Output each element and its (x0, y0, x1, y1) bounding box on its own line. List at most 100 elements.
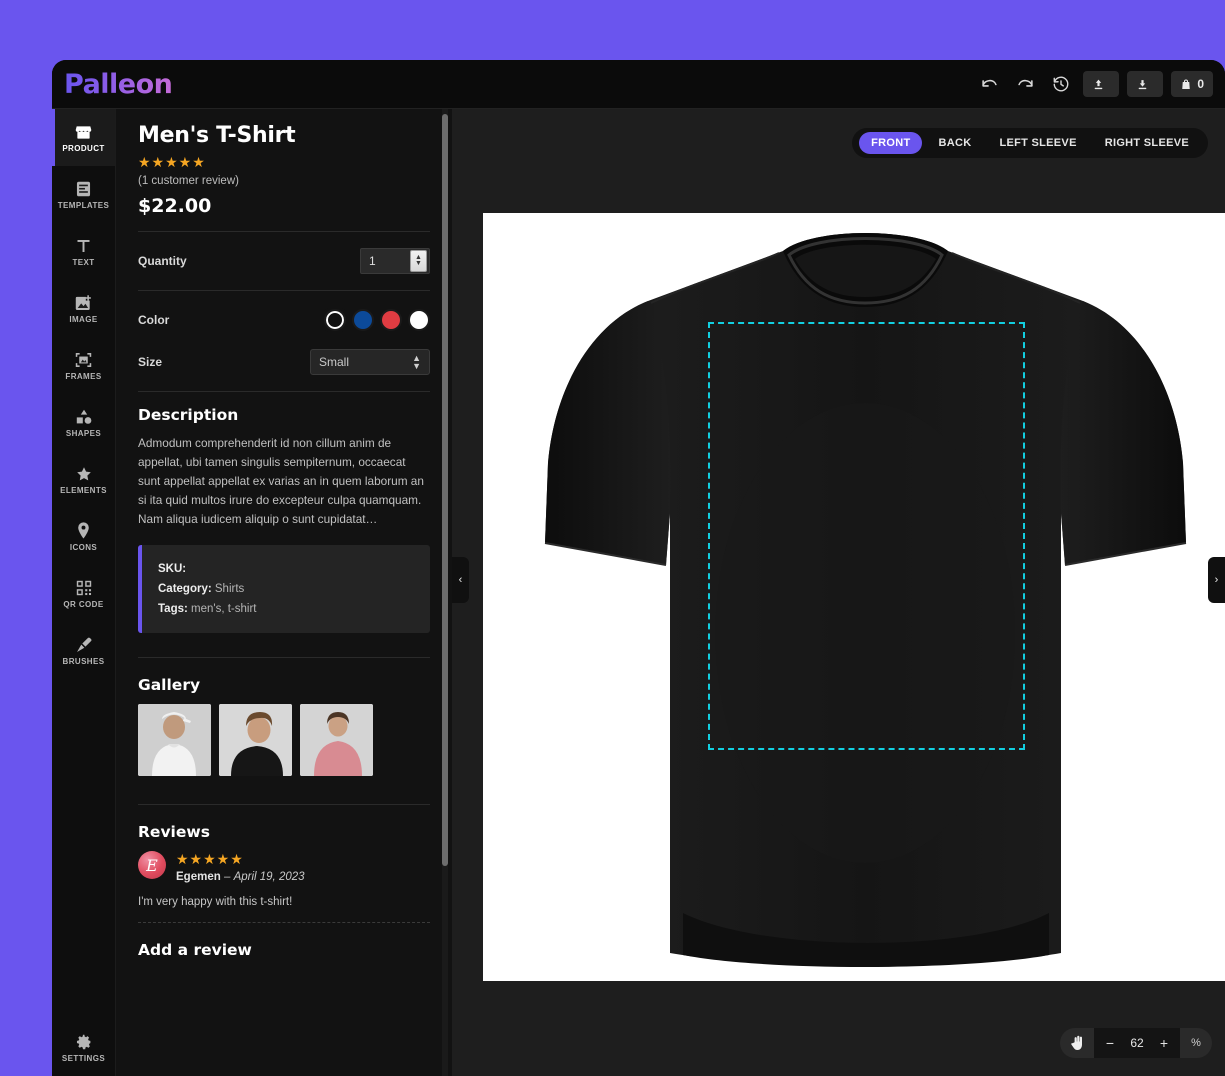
review-item: E ★★★★★ Egemen – April 19, 2023 (138, 851, 430, 883)
tab-back[interactable]: BACK (926, 132, 983, 154)
quantity-spinner-arrows[interactable]: ▲ ▼ (410, 250, 427, 272)
gallery-thumb-3[interactable] (300, 704, 373, 776)
sidebar-item-label: ELEMENTS (60, 485, 107, 495)
gallery (138, 704, 430, 776)
quantity-value[interactable]: 1 (361, 254, 410, 268)
color-swatch-white[interactable] (408, 309, 430, 331)
store-icon (75, 123, 92, 140)
download-button[interactable] (1127, 71, 1164, 97)
divider (138, 290, 430, 291)
divider (138, 804, 430, 805)
app-body: PRODUCT TEMPLATES TEXT IMAGE FRAMES SHAP… (52, 109, 1225, 1076)
history-icon[interactable] (1047, 70, 1075, 98)
sidebar-item-templates[interactable]: TEMPLATES (52, 166, 115, 223)
sidebar-item-label: TEMPLATES (57, 200, 110, 210)
sidebar-item-frames[interactable]: FRAMES (52, 337, 115, 394)
review-author-line: Egemen – April 19, 2023 (176, 871, 305, 883)
meta-category: Category: Shirts (158, 579, 414, 599)
size-row: Size Small ▲ ▼ (138, 347, 430, 377)
pan-hand-icon[interactable] (1060, 1028, 1094, 1058)
description-heading: Description (138, 406, 239, 424)
sidebar-item-brushes[interactable]: BRUSHES (52, 622, 115, 679)
divider (138, 231, 430, 232)
product-price: $22.00 (138, 195, 212, 217)
color-swatch-blue[interactable] (352, 309, 374, 331)
gear-icon (76, 1033, 92, 1050)
tab-right-sleeve[interactable]: RIGHT SLEEVE (1093, 132, 1201, 154)
print-area-boundary[interactable] (708, 322, 1025, 750)
product-panel: Men's T-Shirt ★★★★★ (1 customer review) … (116, 109, 452, 1076)
meta-tags-value[interactable]: men's, t-shirt (191, 603, 256, 615)
gallery-thumb-1[interactable] (138, 704, 211, 776)
design-canvas-area[interactable]: FRONT BACK LEFT SLEEVE RIGHT SLEEVE ‹ › … (452, 109, 1225, 1076)
zoom-control: − 62 + % (1060, 1028, 1212, 1058)
divider (138, 922, 430, 923)
review-author: Egemen (176, 871, 221, 883)
zoom-out-button[interactable]: − (1098, 1028, 1122, 1058)
star-icon (76, 465, 92, 482)
sidebar-item-label: QR CODE (63, 599, 104, 609)
panel-scrollbar-thumb[interactable] (442, 114, 448, 866)
sidebar-item-label: PRODUCT (62, 143, 105, 153)
sidebar-item-elements[interactable]: ELEMENTS (52, 451, 115, 508)
sidebar-item-icons[interactable]: ICONS (52, 508, 115, 565)
color-swatch-black[interactable] (324, 309, 346, 331)
color-swatch-red[interactable] (380, 309, 402, 331)
toolbar-actions: 0 (975, 70, 1213, 98)
sidebar-item-label: IMAGE (69, 314, 98, 324)
color-swatches (324, 309, 430, 331)
templates-icon (76, 180, 91, 197)
quantity-stepper[interactable]: 1 ▲ ▼ (360, 248, 430, 274)
description-text: Admodum comprehenderit id non cillum ani… (138, 436, 424, 526)
size-label: Size (138, 355, 163, 369)
product-review-count[interactable]: (1 customer review) (138, 175, 430, 187)
sidebar-item-image[interactable]: IMAGE (52, 280, 115, 337)
sidebar-item-product[interactable]: PRODUCT (52, 109, 115, 166)
size-select[interactable]: Small ▲ ▼ (310, 349, 430, 375)
meta-sku: SKU: (158, 559, 414, 579)
image-add-icon (75, 294, 92, 311)
product-mockup[interactable] (483, 213, 1225, 981)
product-meta: SKU: Category: Shirts Tags: men's, t-shi… (138, 545, 430, 633)
chevron-updown-icon: ▲ ▼ (412, 353, 421, 371)
undo-icon[interactable] (975, 70, 1003, 98)
review-date: April 19, 2023 (233, 871, 305, 883)
reviews-heading: Reviews (138, 823, 210, 841)
upload-button[interactable] (1083, 71, 1120, 97)
collapse-left-panel-button[interactable]: ‹ (452, 557, 469, 603)
redo-icon[interactable] (1011, 70, 1039, 98)
zoom-stepper: − 62 + (1094, 1028, 1180, 1058)
cart-icon (1182, 79, 1191, 89)
sidebar-item-qr-code[interactable]: QR CODE (52, 565, 115, 622)
sidebar-item-label: BRUSHES (62, 656, 105, 666)
add-review-heading: Add a review (138, 941, 252, 959)
sidebar-item-settings[interactable]: SETTINGS (52, 1019, 115, 1076)
sidebar-item-text[interactable]: TEXT (52, 223, 115, 280)
tab-front[interactable]: FRONT (859, 132, 923, 154)
view-tabs: FRONT BACK LEFT SLEEVE RIGHT SLEEVE (852, 128, 1208, 158)
frames-icon (75, 351, 92, 368)
color-label: Color (138, 313, 170, 327)
meta-tags-label: Tags: (158, 603, 188, 615)
sidebar-item-label: SETTINGS (61, 1053, 106, 1063)
zoom-in-button[interactable]: + (1152, 1028, 1176, 1058)
quantity-label: Quantity (138, 254, 187, 268)
zoom-unit-button[interactable]: % (1180, 1028, 1212, 1058)
divider (138, 391, 430, 392)
text-icon (76, 237, 91, 254)
expand-right-panel-button[interactable]: › (1208, 557, 1225, 603)
review-separator: – (223, 871, 231, 883)
pin-icon (77, 521, 90, 539)
meta-tags: Tags: men's, t-shirt (158, 599, 414, 619)
app-logo: Palleon (64, 68, 173, 100)
gallery-thumb-2[interactable] (219, 704, 292, 776)
sidebar-item-shapes[interactable]: SHAPES (52, 394, 115, 451)
size-value: Small (319, 355, 350, 369)
cart-button[interactable]: 0 (1171, 71, 1213, 97)
left-sidebar: PRODUCT TEMPLATES TEXT IMAGE FRAMES SHAP… (52, 109, 116, 1076)
meta-category-value[interactable]: Shirts (215, 583, 244, 595)
tab-left-sleeve[interactable]: LEFT SLEEVE (987, 132, 1088, 154)
zoom-value[interactable]: 62 (1124, 1036, 1150, 1050)
brush-icon (76, 636, 92, 653)
